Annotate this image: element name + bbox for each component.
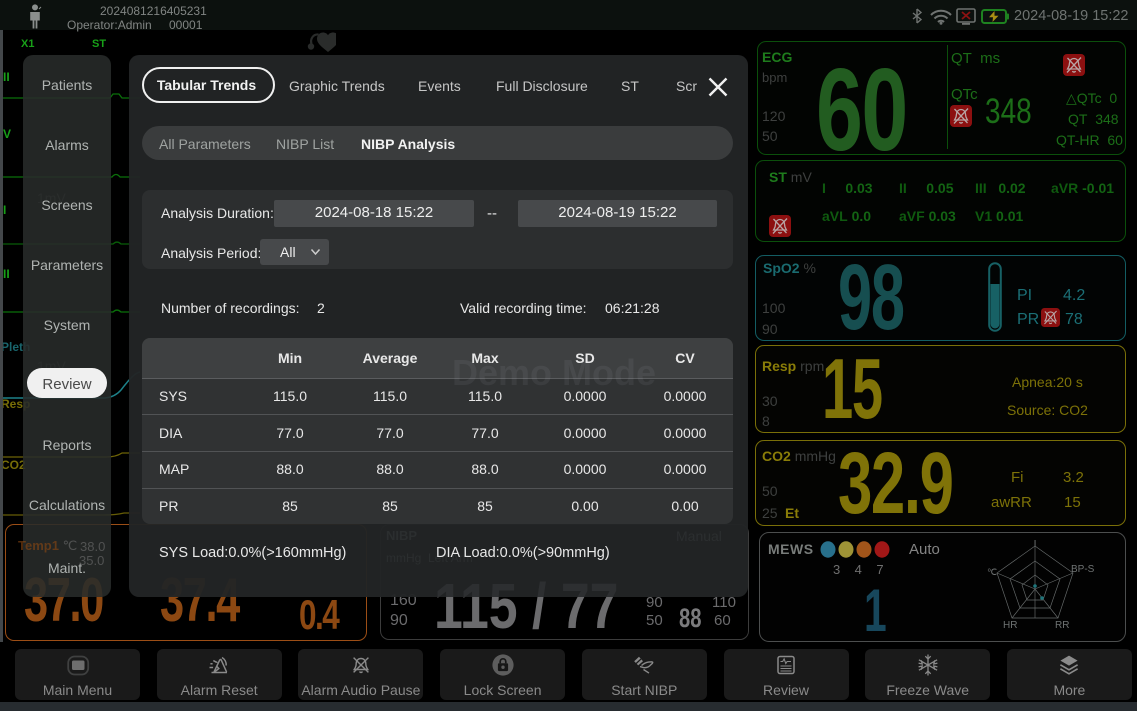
svg-text:℃: ℃: [987, 567, 997, 577]
svg-text:HR: HR: [1003, 620, 1017, 631]
svg-text:RR: RR: [1055, 620, 1069, 631]
svg-text:T: T: [1032, 540, 1038, 549]
svg-text:BP-S: BP-S: [1071, 564, 1095, 575]
